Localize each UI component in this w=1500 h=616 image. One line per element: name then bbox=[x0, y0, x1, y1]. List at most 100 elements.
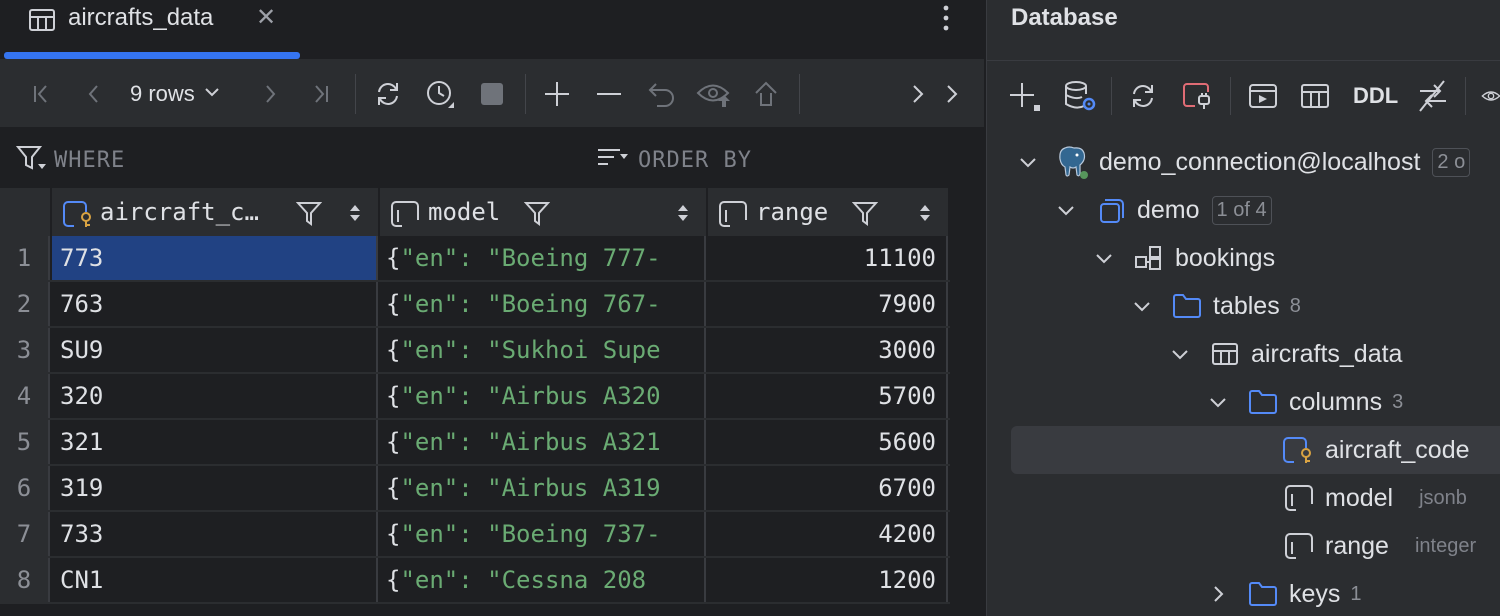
column-filter-icon[interactable] bbox=[295, 200, 323, 231]
chevron-down-icon[interactable] bbox=[1053, 200, 1079, 220]
sort-icon[interactable] bbox=[348, 202, 362, 229]
column-header-model[interactable]: model bbox=[380, 188, 708, 236]
more-tools-icon[interactable] bbox=[932, 74, 972, 114]
cell-aircraft-code[interactable]: 733 bbox=[52, 512, 378, 556]
previous-page-icon[interactable] bbox=[74, 74, 114, 114]
cell-aircraft-code[interactable]: SU9 bbox=[52, 328, 378, 372]
tree-node-tables-folder[interactable]: tables 8 bbox=[1129, 282, 1301, 330]
where-filter[interactable]: WHERE bbox=[15, 144, 126, 177]
cell-range[interactable]: 4200 bbox=[708, 512, 948, 556]
cell-aircraft-code[interactable]: 321 bbox=[52, 420, 378, 464]
column-name: aircraft_c… bbox=[100, 198, 259, 226]
cell-range[interactable]: 3000 bbox=[708, 328, 948, 372]
cell-model[interactable]: {"en": "Cessna 208 bbox=[380, 558, 706, 602]
cell-aircraft-code[interactable]: 320 bbox=[52, 374, 378, 418]
tree-node-column-model[interactable]: model jsonb bbox=[1281, 474, 1467, 522]
tree-node-columns-folder[interactable]: columns 3 bbox=[1205, 378, 1403, 426]
column-header-range[interactable]: range bbox=[708, 188, 950, 236]
column-filter-icon[interactable] bbox=[523, 200, 551, 231]
cell-aircraft-code[interactable]: 773 bbox=[52, 236, 378, 280]
table-row[interactable]: 4 320 {"en": "Airbus A320 5700 bbox=[0, 374, 950, 420]
toolbar-separator bbox=[355, 74, 356, 114]
disconnect-icon[interactable] bbox=[1177, 76, 1217, 116]
tree-node-table[interactable]: aircrafts_data bbox=[1167, 330, 1402, 378]
tree-node-database[interactable]: demo 1 of 4 bbox=[1053, 186, 1272, 234]
tab-aircrafts-data[interactable]: aircrafts_data ✕ bbox=[0, 0, 300, 60]
chevron-down-icon[interactable] bbox=[1091, 248, 1117, 268]
preview-changes-icon[interactable] bbox=[694, 74, 734, 114]
rows-count-selector[interactable]: 9 rows bbox=[130, 74, 221, 114]
database-icon bbox=[1093, 196, 1129, 224]
refresh-icon[interactable] bbox=[368, 74, 408, 114]
first-page-icon[interactable] bbox=[22, 74, 62, 114]
stop-icon[interactable] bbox=[472, 74, 512, 114]
close-icon[interactable]: ✕ bbox=[256, 3, 276, 32]
table-row[interactable]: 8 CN1 {"en": "Cessna 208 1200 bbox=[0, 558, 950, 604]
last-page-icon[interactable] bbox=[300, 74, 340, 114]
tree-node-keys-folder[interactable]: keys 1 bbox=[1205, 570, 1362, 616]
more-options-icon[interactable] bbox=[935, 2, 957, 34]
order-by-filter[interactable]: ORDER BY bbox=[596, 144, 752, 177]
tree-node-schema[interactable]: bookings bbox=[1091, 234, 1275, 282]
ddl-button[interactable]: DDL bbox=[1353, 83, 1398, 109]
cell-model[interactable]: {"en": "Airbus A319 bbox=[380, 466, 706, 510]
delete-row-icon[interactable] bbox=[589, 74, 629, 114]
schema-count-badge: 1 of 4 bbox=[1211, 195, 1272, 225]
table-row[interactable]: 1 773 {"en": "Boeing 777- 11100 bbox=[0, 236, 950, 282]
data-source-properties-icon[interactable] bbox=[1059, 76, 1099, 116]
cell-model[interactable]: {"en": "Boeing 767- bbox=[380, 282, 706, 326]
cell-range[interactable]: 11100 bbox=[708, 236, 948, 280]
tree-node-label: aircrafts_data bbox=[1251, 339, 1403, 368]
chevron-right-icon[interactable] bbox=[1205, 584, 1231, 604]
cell-model[interactable]: {"en": "Boeing 737- bbox=[380, 512, 706, 556]
column-filter-icon[interactable] bbox=[851, 200, 879, 231]
table-row[interactable]: 7 733 {"en": "Boeing 737- 4200 bbox=[0, 512, 950, 558]
database-toolbar: DDL bbox=[987, 60, 1500, 128]
next-page-icon[interactable] bbox=[250, 74, 290, 114]
chevron-down-icon[interactable] bbox=[1205, 392, 1231, 412]
cell-range[interactable]: 5600 bbox=[708, 420, 948, 464]
table-icon[interactable] bbox=[1295, 76, 1335, 116]
toolbar-separator bbox=[1230, 77, 1231, 115]
cell-range[interactable]: 7900 bbox=[708, 282, 948, 326]
row-number: 3 bbox=[0, 328, 50, 372]
tree-node-label: demo_connection@localhost bbox=[1099, 147, 1421, 176]
add-row-icon[interactable] bbox=[537, 74, 577, 114]
table-row[interactable]: 3 SU9 {"en": "Sukhoi Supe 3000 bbox=[0, 328, 950, 374]
where-label: WHERE bbox=[54, 148, 126, 173]
undo-icon[interactable] bbox=[642, 74, 682, 114]
cell-model[interactable]: {"en": "Sukhoi Supe bbox=[380, 328, 706, 372]
view-icon[interactable] bbox=[1481, 76, 1500, 116]
tree-node-column-aircraft-code[interactable]: aircraft_code bbox=[1281, 426, 1470, 474]
panel-title: Database bbox=[1011, 4, 1118, 31]
compare-icon[interactable] bbox=[1413, 76, 1453, 116]
sort-icon[interactable] bbox=[676, 202, 690, 229]
tree-node-column-range[interactable]: range integer bbox=[1281, 522, 1476, 570]
cell-range[interactable]: 6700 bbox=[708, 466, 948, 510]
refresh-icon[interactable] bbox=[1123, 76, 1163, 116]
cell-aircraft-code[interactable]: CN1 bbox=[52, 558, 378, 602]
history-icon[interactable] bbox=[420, 74, 460, 114]
cell-range[interactable]: 1200 bbox=[708, 558, 948, 602]
table-row[interactable]: 6 319 {"en": "Airbus A319 6700 bbox=[0, 466, 950, 512]
cell-model[interactable]: {"en": "Boeing 777- bbox=[380, 236, 706, 280]
sort-icon[interactable] bbox=[918, 202, 932, 229]
tree-node-connection[interactable]: demo_connection@localhost 2 o bbox=[1015, 138, 1471, 186]
table-row[interactable]: 5 321 {"en": "Airbus A321 5600 bbox=[0, 420, 950, 466]
cell-range[interactable]: 5700 bbox=[708, 374, 948, 418]
cell-aircraft-code[interactable]: 763 bbox=[52, 282, 378, 326]
cell-aircraft-code[interactable]: 319 bbox=[52, 466, 378, 510]
json-brace: { bbox=[386, 382, 401, 410]
chevron-down-icon[interactable] bbox=[1167, 344, 1193, 364]
add-icon[interactable] bbox=[1005, 76, 1045, 116]
row-number: 5 bbox=[0, 420, 50, 464]
cell-model[interactable]: {"en": "Airbus A320 bbox=[380, 374, 706, 418]
table-row[interactable]: 2 763 {"en": "Boeing 767- 7900 bbox=[0, 282, 950, 328]
query-console-icon[interactable] bbox=[1243, 76, 1283, 116]
chevron-down-icon[interactable] bbox=[1129, 296, 1155, 316]
submit-icon[interactable] bbox=[746, 74, 786, 114]
column-header-aircraft-code[interactable]: aircraft_c… bbox=[52, 188, 380, 236]
chevron-down-icon[interactable] bbox=[1015, 152, 1041, 172]
cell-model[interactable]: {"en": "Airbus A321 bbox=[380, 420, 706, 464]
column-name: range bbox=[756, 198, 829, 226]
